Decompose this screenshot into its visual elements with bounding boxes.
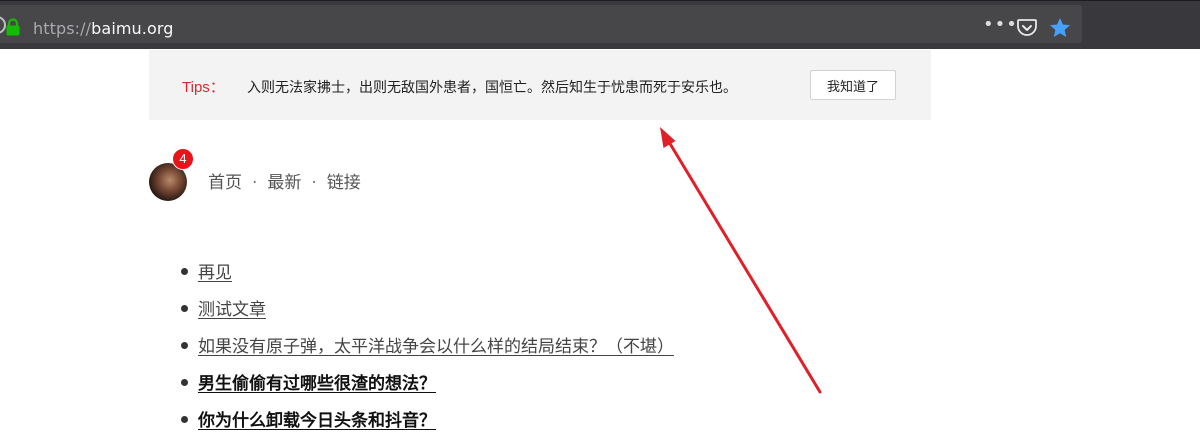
annotation-arrow — [660, 127, 822, 394]
